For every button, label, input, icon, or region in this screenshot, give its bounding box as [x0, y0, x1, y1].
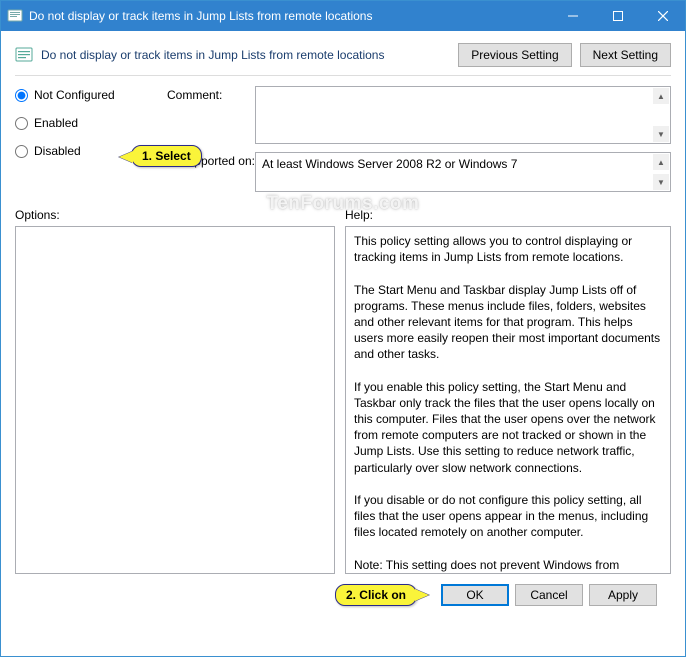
radio-enabled[interactable]: Enabled [15, 114, 155, 132]
radio-enabled-input[interactable] [15, 117, 28, 130]
policy-titlebar-icon [7, 8, 23, 24]
annotation-step-2: 2. Click on [335, 584, 417, 606]
divider [15, 75, 671, 76]
help-label: Help: [345, 208, 671, 222]
window-title: Do not display or track items in Jump Li… [29, 9, 550, 23]
options-panel [15, 226, 335, 574]
radio-not-configured-input[interactable] [15, 89, 28, 102]
close-button[interactable] [640, 1, 685, 31]
comment-label: Comment: [167, 86, 255, 102]
radio-label: Disabled [34, 144, 81, 158]
previous-setting-button[interactable]: Previous Setting [458, 43, 571, 67]
scroll-up-icon[interactable]: ▲ [653, 88, 669, 104]
cancel-button[interactable]: Cancel [515, 584, 583, 606]
policy-title: Do not display or track items in Jump Li… [41, 48, 458, 62]
next-setting-button[interactable]: Next Setting [580, 43, 671, 67]
maximize-button[interactable] [595, 1, 640, 31]
apply-button[interactable]: Apply [589, 584, 657, 606]
annotation-label: 1. Select [142, 149, 191, 163]
scroll-down-icon[interactable]: ▼ [653, 126, 669, 142]
scroll-up-icon[interactable]: ▲ [653, 154, 669, 170]
ok-button[interactable]: OK [441, 584, 509, 606]
minimize-button[interactable] [550, 1, 595, 31]
supported-value: At least Windows Server 2008 R2 or Windo… [262, 157, 517, 171]
radio-not-configured[interactable]: Not Configured [15, 86, 155, 104]
supported-on-box: At least Windows Server 2008 R2 or Windo… [255, 152, 671, 192]
help-panel: This policy setting allows you to contro… [345, 226, 671, 574]
annotation-step-1: 1. Select [131, 145, 202, 167]
options-label: Options: [15, 208, 335, 222]
radio-disabled-input[interactable] [15, 145, 28, 158]
comment-textbox[interactable]: ▲ ▼ [255, 86, 671, 144]
titlebar: Do not display or track items in Jump Li… [1, 1, 685, 31]
scroll-down-icon[interactable]: ▼ [653, 174, 669, 190]
annotation-arrow-icon [119, 151, 133, 163]
radio-label: Not Configured [34, 88, 115, 102]
annotation-arrow-icon [415, 589, 429, 601]
policy-icon [15, 46, 33, 64]
radio-label: Enabled [34, 116, 78, 130]
